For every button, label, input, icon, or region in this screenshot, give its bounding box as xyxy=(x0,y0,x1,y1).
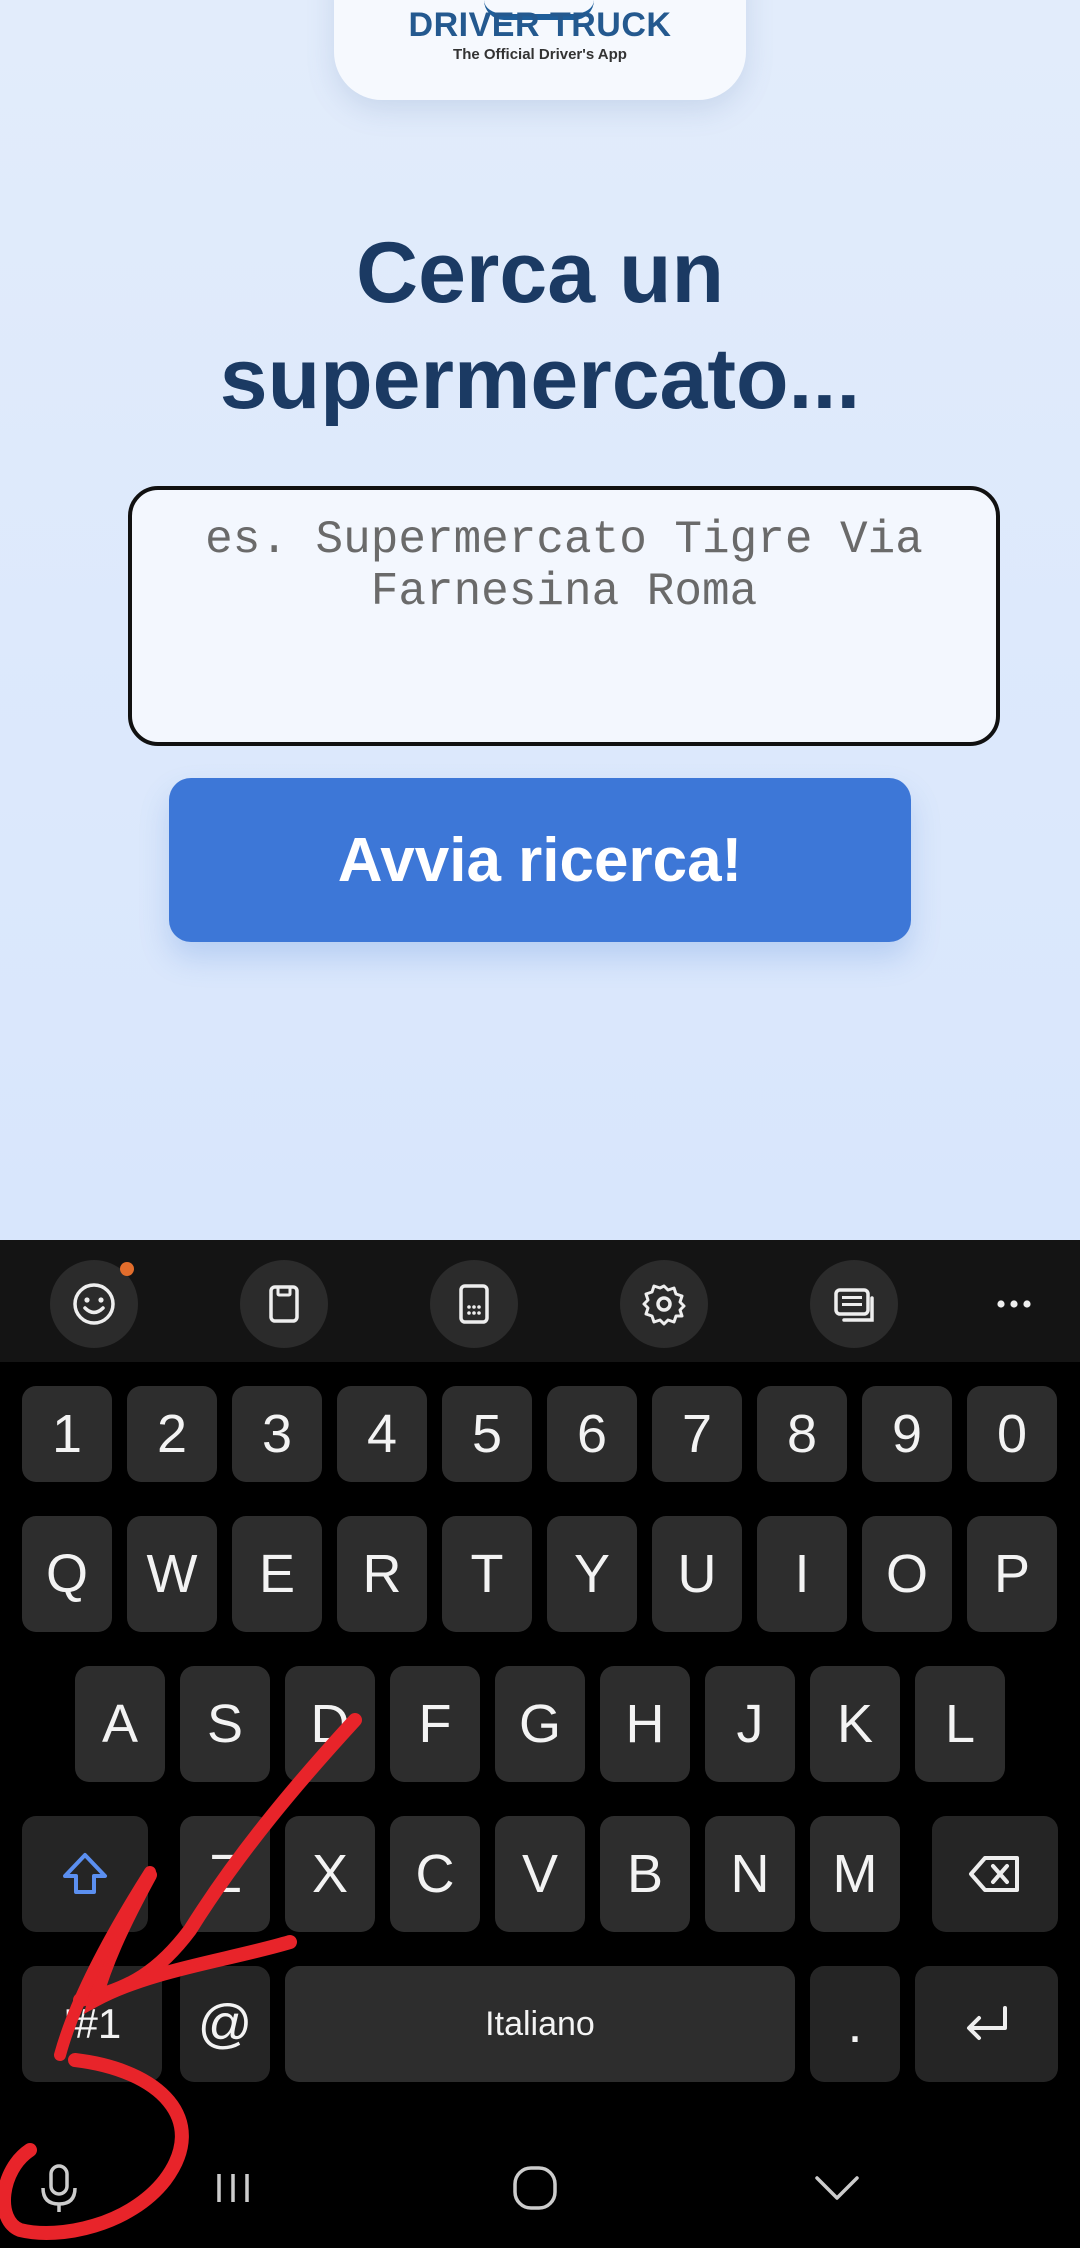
logo-title: DRIVER TRUCK xyxy=(408,6,672,44)
emoji-button[interactable] xyxy=(50,1260,138,1348)
symbols-key[interactable]: !#1 xyxy=(22,1966,162,2082)
backspace-icon xyxy=(969,1856,1019,1892)
key-2[interactable]: 2 xyxy=(127,1386,217,1482)
key-0[interactable]: 0 xyxy=(967,1386,1057,1482)
more-button[interactable] xyxy=(970,1260,1058,1348)
key-s[interactable]: S xyxy=(180,1666,270,1782)
microphone-icon xyxy=(41,2164,77,2212)
key-x[interactable]: X xyxy=(285,1816,375,1932)
key-5[interactable]: 5 xyxy=(442,1386,532,1482)
space-key[interactable]: Italiano xyxy=(285,1966,795,2082)
key-f[interactable]: F xyxy=(390,1666,480,1782)
key-z[interactable]: Z xyxy=(180,1816,270,1932)
recent-apps-button[interactable] xyxy=(178,2140,288,2236)
home-button[interactable] xyxy=(480,2140,590,2236)
key-t[interactable]: T xyxy=(442,1516,532,1632)
page-title-line1: Cerca un xyxy=(355,225,725,321)
key-4[interactable]: 4 xyxy=(337,1386,427,1482)
key-u[interactable]: U xyxy=(652,1516,742,1632)
key-a[interactable]: A xyxy=(75,1666,165,1782)
search-field[interactable] xyxy=(128,486,1000,746)
clipboard-icon xyxy=(269,1285,299,1323)
key-b[interactable]: B xyxy=(600,1816,690,1932)
key-l[interactable]: L xyxy=(915,1666,1005,1782)
page-title: Cerca un supermercato... xyxy=(0,220,1080,432)
settings-icon xyxy=(642,1284,686,1326)
key-8[interactable]: 8 xyxy=(757,1386,847,1482)
at-key[interactable]: @ xyxy=(180,1966,270,2082)
voice-input-button[interactable] xyxy=(4,2140,114,2236)
key-h[interactable]: H xyxy=(600,1666,690,1782)
hide-keyboard-button[interactable] xyxy=(782,2140,892,2236)
logo-subtitle: The Official Driver's App xyxy=(453,46,627,63)
page-title-line2: supermercato... xyxy=(219,331,861,427)
soft-keyboard: 1 2 3 4 5 6 7 8 9 0 Q W E R T Y U I O P … xyxy=(0,1240,1080,2248)
key-i[interactable]: I xyxy=(757,1516,847,1632)
home-icon xyxy=(513,2166,557,2210)
key-7[interactable]: 7 xyxy=(652,1386,742,1482)
keypad-icon xyxy=(459,1284,489,1324)
keyboard-toolbar xyxy=(0,1240,1080,1362)
shift-key[interactable] xyxy=(22,1816,148,1932)
key-m[interactable]: M xyxy=(810,1816,900,1932)
recent-apps-icon xyxy=(217,2174,249,2202)
key-d[interactable]: D xyxy=(285,1666,375,1782)
key-w[interactable]: W xyxy=(127,1516,217,1632)
key-k[interactable]: K xyxy=(810,1666,900,1782)
key-q[interactable]: Q xyxy=(22,1516,112,1632)
key-9[interactable]: 9 xyxy=(862,1386,952,1482)
key-3[interactable]: 3 xyxy=(232,1386,322,1482)
app-screen: DRIVER TRUCK The Official Driver's App C… xyxy=(0,0,1080,1240)
key-g[interactable]: G xyxy=(495,1666,585,1782)
key-o[interactable]: O xyxy=(862,1516,952,1632)
period-key[interactable]: . xyxy=(810,1966,900,2082)
keypad-button[interactable] xyxy=(430,1260,518,1348)
emoji-icon xyxy=(73,1283,115,1325)
key-1[interactable]: 1 xyxy=(22,1386,112,1482)
key-e[interactable]: E xyxy=(232,1516,322,1632)
notification-dot xyxy=(120,1262,134,1276)
keyboard-mode-button[interactable] xyxy=(810,1260,898,1348)
app-logo: DRIVER TRUCK The Official Driver's App xyxy=(334,0,746,100)
key-6[interactable]: 6 xyxy=(547,1386,637,1482)
settings-button[interactable] xyxy=(620,1260,708,1348)
key-j[interactable]: J xyxy=(705,1666,795,1782)
key-y[interactable]: Y xyxy=(547,1516,637,1632)
key-r[interactable]: R xyxy=(337,1516,427,1632)
key-n[interactable]: N xyxy=(705,1816,795,1932)
key-p[interactable]: P xyxy=(967,1516,1057,1632)
backspace-key[interactable] xyxy=(932,1816,1058,1932)
search-button[interactable]: Avvia ricerca! xyxy=(169,778,911,942)
system-navbar xyxy=(0,2120,1080,2248)
keyboard-mode-icon xyxy=(834,1288,874,1322)
enter-key[interactable] xyxy=(915,1966,1058,2082)
chevron-down-icon xyxy=(815,2176,859,2200)
clipboard-button[interactable] xyxy=(240,1260,328,1348)
search-input[interactable] xyxy=(132,490,996,742)
key-c[interactable]: C xyxy=(390,1816,480,1932)
key-v[interactable]: V xyxy=(495,1816,585,1932)
more-icon xyxy=(997,1300,1031,1308)
shift-icon xyxy=(63,1853,107,1894)
enter-icon xyxy=(966,2006,1007,2040)
